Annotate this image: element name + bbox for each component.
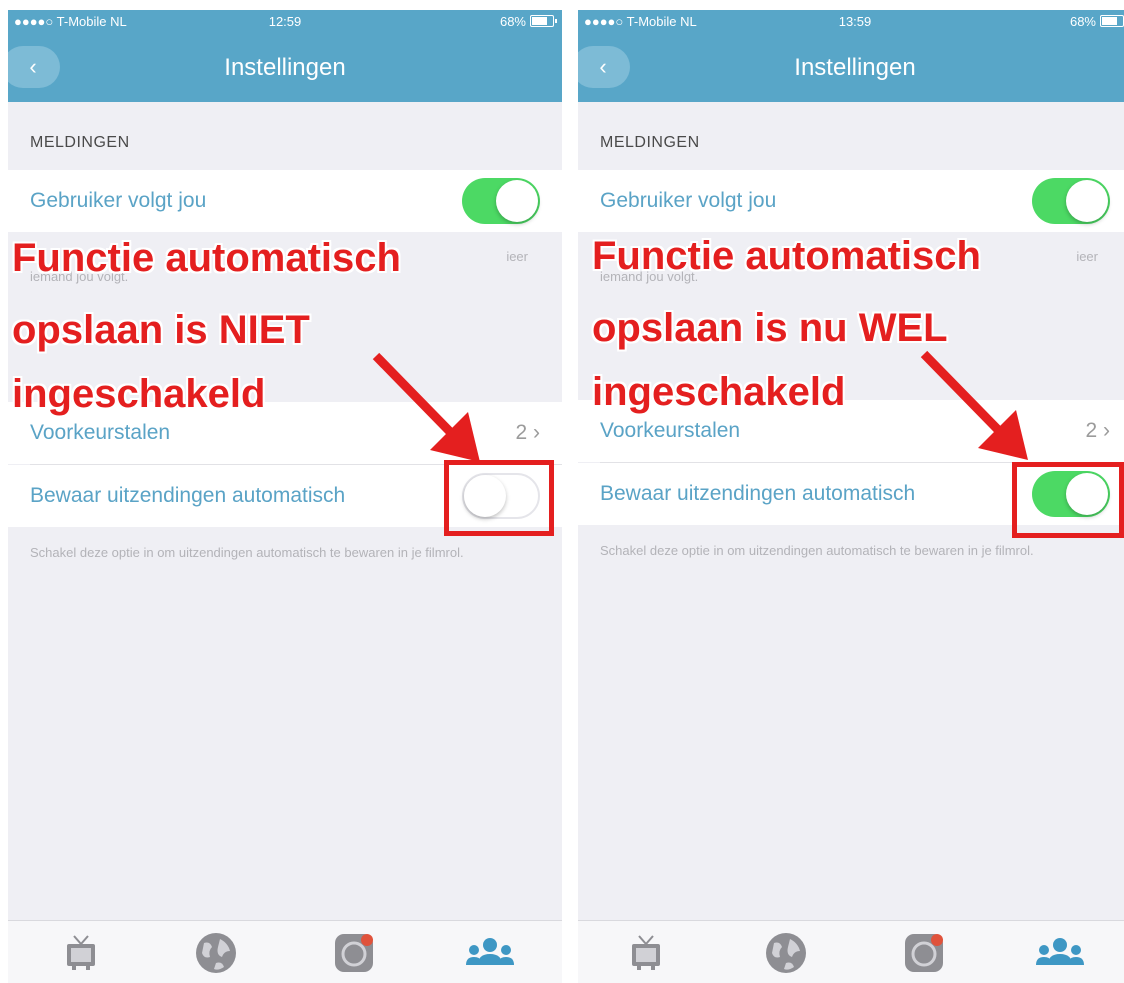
battery-percent: 68%	[499, 14, 526, 29]
annotation-line-3: ingeschakeld	[12, 372, 266, 416]
screen-before: ●●●●○ T-Mobile NL 12:59 68% ‹ Instelling…	[8, 10, 562, 983]
toggle-knob	[496, 180, 538, 222]
annotation-line-2: opslaan is NIET	[12, 308, 310, 352]
annotation-line-2: opslaan is nu WEL	[592, 306, 948, 350]
languages-count: 2	[515, 421, 528, 444]
row-label: Gebruiker volgt jou	[600, 189, 777, 212]
screen-after: ●●●●○ T-Mobile NL 13:59 68% ‹ Instelling…	[578, 10, 1124, 983]
row-label: Voorkeurstalen	[600, 419, 741, 442]
battery-icon	[1100, 15, 1124, 27]
battery-status: 68%	[499, 14, 557, 29]
camera-record-icon	[335, 934, 373, 972]
tab-bar	[8, 920, 562, 983]
chevron-right-icon: ›	[1103, 419, 1110, 442]
tab-bar	[578, 920, 1124, 983]
globe-icon	[766, 933, 806, 973]
people-icon	[1036, 938, 1084, 965]
page-title: Instellingen	[794, 54, 916, 81]
globe-icon	[196, 933, 236, 973]
user-follows-toggle[interactable]	[1032, 178, 1110, 224]
battery-status: 68%	[1070, 14, 1124, 29]
section-header-notifications: MELDINGEN	[30, 134, 130, 151]
user-follows-toggle[interactable]	[462, 178, 540, 224]
navigation-bar: ‹ Instellingen	[8, 34, 562, 102]
row-label: Voorkeurstalen	[30, 421, 171, 444]
annotation-arrow-icon	[920, 350, 1028, 460]
page-title: Instellingen	[224, 54, 346, 81]
section-header-notifications: MELDINGEN	[600, 134, 700, 151]
tv-icon	[632, 935, 660, 970]
tv-icon	[67, 935, 95, 970]
annotation-highlight-box	[1012, 462, 1124, 538]
row-label: Gebruiker volgt jou	[30, 189, 207, 212]
clock: 13:59	[838, 14, 872, 29]
annotation-line-1: Functie automatisch	[592, 234, 981, 278]
tab-broadcast[interactable]	[324, 929, 384, 977]
camera-record-icon	[905, 934, 943, 972]
tab-explore[interactable]	[186, 929, 246, 977]
tab-tv[interactable]	[51, 929, 111, 977]
status-bar: ●●●●○ T-Mobile NL 12:59 68%	[8, 10, 562, 34]
languages-count: 2	[1085, 419, 1098, 442]
battery-icon	[530, 15, 557, 27]
people-icon	[466, 938, 514, 965]
chevron-right-icon: ›	[533, 421, 540, 444]
toggle-knob	[1066, 180, 1108, 222]
annotation-arrow-icon	[372, 352, 480, 462]
row-user-follows: Gebruiker volgt jou	[8, 170, 562, 232]
autosave-footnote: Schakel deze optie in om uitzendingen au…	[600, 543, 1034, 558]
tab-tv[interactable]	[616, 929, 676, 977]
annotation-line-3: ingeschakeld	[592, 370, 846, 414]
navigation-bar: ‹ Instellingen	[578, 34, 1124, 102]
autosave-footnote: Schakel deze optie in om uitzendingen au…	[30, 545, 464, 560]
tab-explore[interactable]	[756, 929, 816, 977]
status-bar: ●●●●○ T-Mobile NL 13:59 68%	[578, 10, 1124, 34]
annotation-highlight-box	[444, 460, 554, 536]
row-label: Bewaar uitzendingen automatisch	[30, 484, 346, 507]
battery-percent: 68%	[1069, 14, 1096, 29]
tab-broadcast[interactable]	[894, 929, 954, 977]
row-value: 2 ›	[1085, 419, 1110, 443]
row-value: 2 ›	[515, 421, 540, 445]
row-user-follows: Gebruiker volgt jou	[578, 170, 1124, 232]
row-label: Bewaar uitzendingen automatisch	[600, 482, 916, 505]
tab-people[interactable]	[1030, 929, 1090, 977]
annotation-line-1: Functie automatisch	[12, 236, 401, 280]
tab-people[interactable]	[460, 929, 520, 977]
clock: 12:59	[268, 14, 302, 29]
